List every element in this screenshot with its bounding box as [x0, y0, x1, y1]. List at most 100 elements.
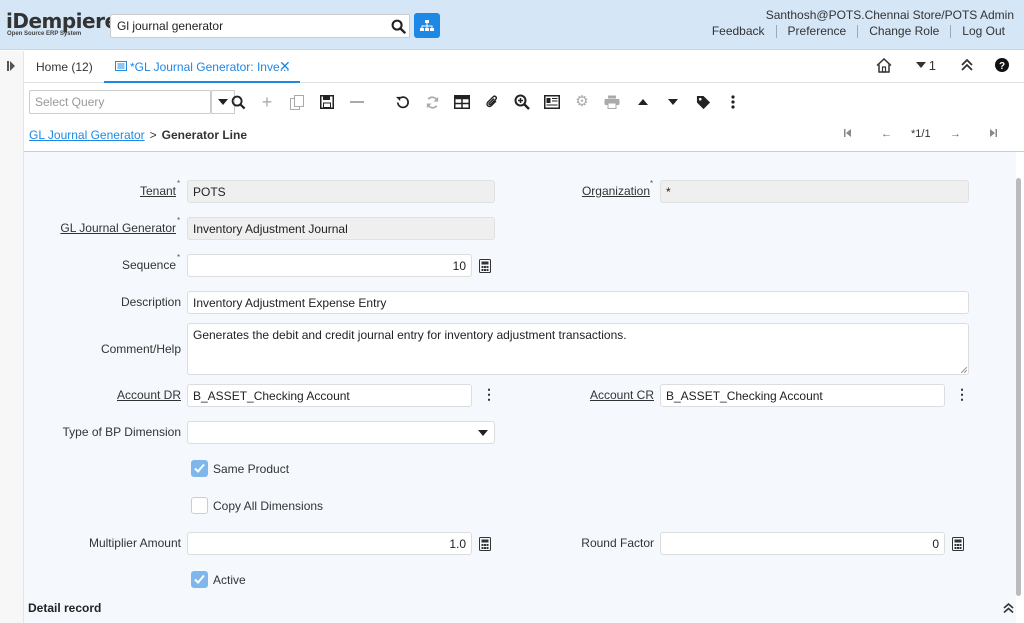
resize-handle-icon[interactable] — [961, 367, 967, 373]
active-label[interactable]: Active — [213, 573, 246, 587]
account-cr-label[interactable]: Account CR — [560, 388, 654, 402]
next-record-arrow-icon[interactable]: → — [950, 128, 961, 140]
window-icon — [115, 61, 127, 71]
same-product-checkbox[interactable] — [191, 460, 208, 477]
bp-dimension-dropdown-button[interactable] — [472, 421, 494, 444]
preference-link[interactable]: Preference — [775, 25, 858, 38]
next-record-icon[interactable] — [665, 94, 681, 110]
search-icon — [391, 19, 406, 34]
find-icon[interactable] — [230, 94, 246, 110]
tag-icon[interactable] — [695, 94, 711, 110]
new-record-icon[interactable]: + — [259, 93, 275, 111]
logout-link[interactable]: Log Out — [950, 25, 1016, 38]
close-tab-icon[interactable]: ✕ — [279, 58, 291, 75]
idempiere-logo[interactable]: iDempiere Open Source ERP System — [6, 9, 118, 37]
calculator-icon[interactable] — [952, 537, 964, 551]
detail-record-title: Detail record — [28, 601, 102, 615]
description-field[interactable]: Inventory Adjustment Expense Entry — [187, 291, 969, 314]
window-count[interactable]: 1 — [929, 58, 936, 73]
window-tab-bar: Home (12) *GL Journal Generator: Inve...… — [24, 51, 1024, 83]
round-factor-field[interactable]: 0 — [660, 532, 945, 555]
tenant-label[interactable]: Tenant — [100, 184, 176, 198]
first-record-icon[interactable] — [844, 128, 852, 140]
chevron-down-icon — [478, 429, 488, 436]
expand-panel-icon[interactable] — [7, 61, 16, 71]
maximize-icon[interactable] — [960, 59, 974, 71]
gl-journal-generator-label[interactable]: GL Journal Generator — [40, 221, 176, 235]
user-role-label[interactable]: Santhosh@POTS.Chennai Store/POTS Admin — [766, 8, 1014, 22]
account-dr-label[interactable]: Account DR — [80, 388, 181, 402]
record-counter: *1/1 — [911, 128, 931, 140]
breadcrumb-separator: > — [149, 128, 157, 142]
calculator-icon[interactable] — [479, 259, 491, 273]
more-options-icon[interactable] — [725, 94, 741, 110]
undo-icon[interactable] — [394, 94, 410, 110]
account-dr-menu-icon[interactable]: ⋮ — [482, 386, 496, 403]
previous-record-icon[interactable] — [635, 94, 651, 110]
description-label: Description — [120, 295, 181, 309]
logo-subtitle: Open Source ERP System — [7, 31, 82, 37]
multiplier-amount-label: Multiplier Amount — [88, 536, 181, 550]
tenant-field: POTS — [187, 180, 495, 203]
sitemap-icon — [420, 19, 434, 31]
help-icon[interactable]: ? — [994, 57, 1010, 73]
change-role-link[interactable]: Change Role — [857, 25, 950, 38]
required-marker: * — [177, 179, 181, 188]
tab-gl-journal-generator[interactable]: *GL Journal Generator: Inve... ✕ — [104, 53, 300, 83]
collapse-detail-icon[interactable] — [1003, 603, 1014, 613]
bp-dimension-select[interactable] — [187, 421, 495, 444]
global-search-input[interactable]: Gl journal generator — [110, 14, 410, 38]
account-cr-field[interactable]: B_ASSET_Checking Account — [660, 384, 945, 407]
zoom-across-icon[interactable] — [514, 94, 530, 110]
home-icon[interactable] — [876, 57, 892, 73]
form-scrollbar[interactable] — [1016, 178, 1021, 596]
breadcrumb-parent-link[interactable]: GL Journal Generator — [29, 128, 145, 142]
sequence-field[interactable]: 10 — [187, 254, 472, 277]
breadcrumb-current: Generator Line — [161, 128, 247, 142]
checkmark-icon — [194, 463, 205, 473]
save-icon[interactable] — [319, 94, 335, 110]
calculator-icon[interactable] — [479, 537, 491, 551]
print-icon[interactable] — [604, 94, 620, 110]
prev-record-arrow-icon[interactable]: ← — [881, 128, 892, 140]
comment-help-label: Comment/Help — [100, 342, 181, 356]
organization-field: * — [660, 180, 969, 203]
chat-note-icon[interactable] — [544, 94, 560, 110]
required-marker: * — [177, 253, 181, 262]
round-factor-label: Round Factor — [581, 536, 654, 550]
copy-all-dimensions-checkbox[interactable] — [191, 497, 208, 514]
search-button[interactable] — [387, 14, 410, 38]
account-cr-menu-icon[interactable]: ⋮ — [955, 386, 969, 403]
copy-all-dimensions-label[interactable]: Copy All Dimensions — [213, 499, 323, 513]
menu-tree-button[interactable] — [414, 13, 440, 38]
process-gear-icon[interactable]: ⚙ — [574, 94, 590, 110]
logo-text: iDempiere — [6, 9, 118, 33]
app-header: iDempiere Open Source ERP System Gl jour… — [0, 0, 1024, 50]
copy-record-icon[interactable] — [289, 94, 305, 110]
header-links: Feedback Preference Change Role Log Out — [701, 25, 1016, 38]
organization-label[interactable]: Organization — [560, 184, 650, 198]
required-marker: * — [177, 216, 181, 225]
sequence-label: Sequence — [121, 258, 176, 272]
attachment-icon[interactable] — [484, 94, 500, 110]
multiplier-amount-field[interactable]: 1.0 — [187, 532, 472, 555]
refresh-icon[interactable] — [424, 94, 440, 110]
active-checkbox[interactable] — [191, 571, 208, 588]
delete-record-icon[interactable] — [349, 94, 365, 110]
tab-home[interactable]: Home (12) — [36, 60, 93, 74]
comment-help-textarea[interactable]: Generates the debit and credit journal e… — [187, 323, 969, 375]
chevron-down-icon — [218, 99, 228, 105]
record-navigator: ← *1/1 → — [840, 128, 1010, 142]
account-dr-field[interactable]: B_ASSET_Checking Account — [187, 384, 472, 407]
same-product-label[interactable]: Same Product — [213, 462, 289, 476]
window-list-dropdown-icon[interactable] — [915, 62, 926, 68]
window-toolbar: Select Query + ⚙ — [24, 86, 1024, 118]
svg-text:?: ? — [999, 61, 1005, 72]
last-record-icon[interactable] — [989, 128, 997, 140]
west-panel-collapsed — [0, 51, 24, 623]
gl-journal-generator-field: Inventory Adjustment Journal — [187, 217, 495, 240]
feedback-link[interactable]: Feedback — [701, 25, 776, 38]
select-query-input[interactable]: Select Query — [29, 90, 211, 114]
grid-toggle-icon[interactable] — [454, 94, 470, 110]
tab-label: *GL Journal Generator: Inve... — [130, 60, 290, 74]
